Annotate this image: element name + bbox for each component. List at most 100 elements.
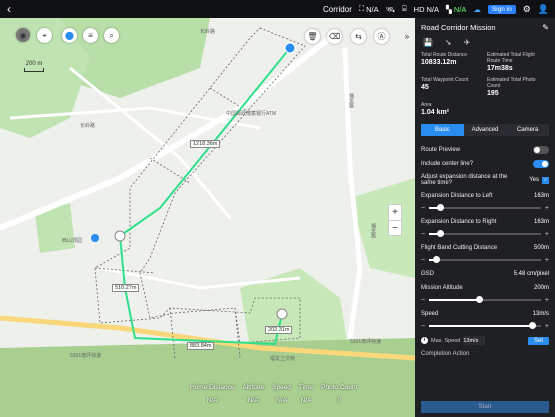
include-center-row: Include center line? xyxy=(421,160,549,168)
cloud-icon: ☁ xyxy=(473,4,481,14)
adjust-expansion-checkbox[interactable]: ✓ xyxy=(542,176,549,184)
map-scale: 200 m xyxy=(24,61,44,72)
chevron-left-icon[interactable]: ‹ xyxy=(0,2,18,16)
location-pin-icon xyxy=(91,234,99,242)
max-speed-input[interactable] xyxy=(463,336,486,345)
segment-distance-label: 1218.36m xyxy=(190,140,221,148)
map-view[interactable]: ◉ ⌖ ⬤ ≡ ⌕ 200 m 🗑 ⌫ ⇆ Ⓐ » 1218.36m 510.2… xyxy=(0,18,415,417)
tab-basic[interactable]: Basic xyxy=(421,124,464,136)
signin-button[interactable]: Sign in xyxy=(487,4,516,14)
segment-distance-label: 883.84m xyxy=(187,342,215,350)
rtk-status: ⛶ N/A xyxy=(358,4,379,14)
adjust-expansion-row: Adjust expansion distance at the same ti… xyxy=(421,174,549,186)
tab-camera[interactable]: Camera xyxy=(506,124,550,136)
map-label: 5301南坪快速 xyxy=(70,353,102,359)
pin-icon[interactable]: ⬤ xyxy=(62,28,77,43)
slider-knob[interactable] xyxy=(528,322,536,329)
band-row: Flight Band Cutting Distance 500m xyxy=(421,245,549,251)
plus-icon[interactable]: + xyxy=(545,323,549,330)
exp-left-row: Expansion Distance to Left 163m xyxy=(421,193,549,199)
panel-header: Road Corridor Mission ✎ xyxy=(415,18,555,36)
start-marker[interactable] xyxy=(284,42,296,54)
cutting-band xyxy=(94,87,251,359)
stat-item: Estimated Total Photo Count 195 xyxy=(487,77,536,97)
pencil-icon[interactable]: ✎ xyxy=(542,23,549,32)
map-canvas xyxy=(0,18,415,417)
gsd-row: GSD 5.48 cm/pixel xyxy=(421,271,549,277)
remote-status: ⌸ xyxy=(402,4,407,14)
drone-icon[interactable]: ✈ xyxy=(464,38,471,48)
slider-knob[interactable] xyxy=(437,230,445,237)
slider-knob[interactable] xyxy=(432,256,440,263)
completion-action-label[interactable]: Completion Action xyxy=(421,351,549,357)
zoom-out-button[interactable]: − xyxy=(389,220,401,235)
minus-icon[interactable]: − xyxy=(421,205,425,212)
slider-track[interactable] xyxy=(429,230,541,237)
telemetry-bar: Home Distance N/A Altitude N/A Speed N/A Ti… xyxy=(190,384,357,404)
minus-icon[interactable]: − xyxy=(421,257,425,264)
route-icon[interactable]: ⇆ xyxy=(351,29,366,44)
satellite-icon: 🛰 xyxy=(385,4,396,14)
waypoint-mode-icon[interactable]: Ⓐ xyxy=(374,29,389,44)
road xyxy=(342,47,363,339)
panel-title: Road Corridor Mission xyxy=(421,22,496,32)
slider-track[interactable] xyxy=(429,204,541,211)
hd-status: HD N/A xyxy=(413,4,440,14)
altitude-slider: − + xyxy=(421,296,549,304)
list-icon[interactable]: ≡ xyxy=(83,28,98,43)
top-status: Corridor ⛶ N/A 🛰 ⌸ HD N/A ▚ N/A ☁ Sign in ⚙… xyxy=(323,4,555,15)
band-slider: − + xyxy=(421,256,549,264)
minus-icon[interactable]: − xyxy=(421,297,425,304)
segment-distance-label: 202.31m xyxy=(265,326,293,334)
plus-icon[interactable]: + xyxy=(545,231,549,238)
waypoint[interactable] xyxy=(276,308,288,320)
slider-knob[interactable] xyxy=(476,296,484,303)
map-label: 长岭路 xyxy=(200,29,216,35)
stat-item: Area 1.04 km² xyxy=(421,102,450,116)
trash-icon[interactable]: 🗑 xyxy=(305,29,320,44)
plus-icon[interactable]: + xyxy=(545,257,549,264)
slider-knob[interactable] xyxy=(437,204,445,211)
mission-stats: Total Route Distance 10833.12m Estimated … xyxy=(415,50,555,120)
search-icon[interactable]: ⌕ xyxy=(104,28,119,43)
segment-distance-label: 510.27m xyxy=(112,284,140,292)
map-label: 西山郊园 xyxy=(62,238,83,244)
app-root: ‹ Corridor ⛶ N/A 🛰 ⌸ HD N/A ▚ N/A ☁ Sign in… xyxy=(0,0,555,417)
start-button[interactable]: Start xyxy=(421,401,549,413)
save-icon[interactable]: 💾 xyxy=(423,38,433,48)
slider-track[interactable] xyxy=(429,256,541,263)
minus-icon[interactable]: − xyxy=(421,231,425,238)
route-preview-toggle[interactable] xyxy=(533,146,549,154)
slider-track[interactable] xyxy=(429,322,541,329)
map-label: 长岭路 xyxy=(80,123,96,129)
import-icon[interactable]: ➘ xyxy=(445,38,452,48)
map-label: 福龙路 xyxy=(348,93,354,108)
altitude-row: Mission Altitude 200m xyxy=(421,285,549,291)
collapse-panel-icon[interactable]: » xyxy=(401,29,413,44)
locate-icon[interactable]: ⌖ xyxy=(37,28,52,43)
user-icon[interactable]: 👤 xyxy=(538,4,549,15)
slider-track[interactable] xyxy=(429,296,541,303)
tab-advanced[interactable]: Advanced xyxy=(463,124,507,136)
telemetry-item: Photo Count 0 xyxy=(321,384,358,404)
map-label: 中国邮政储蓄银行ATM xyxy=(226,111,277,117)
zoom-in-button[interactable]: + xyxy=(389,205,401,220)
waypoint[interactable] xyxy=(114,230,126,242)
speed-row: Speed 13m/s xyxy=(421,311,549,317)
stat-item: Total Waypoint Count 45 xyxy=(421,77,469,91)
map-label: 福龙立交桥 xyxy=(270,356,296,362)
eraser-icon[interactable]: ⌫ xyxy=(327,29,342,44)
include-center-toggle[interactable] xyxy=(533,160,549,168)
exp-right-row: Expansion Distance to Right 163m xyxy=(421,219,549,225)
stat-item: Total Route Distance 10833.12m xyxy=(421,52,468,66)
plus-icon[interactable]: + xyxy=(545,297,549,304)
exp-left-slider: − + xyxy=(421,204,549,212)
exp-right-slider: − + xyxy=(421,230,549,238)
max-speed-row: i Max. Speed Set xyxy=(421,336,549,345)
map-style-button[interactable]: ◉ xyxy=(16,28,30,42)
set-button[interactable]: Set xyxy=(527,336,549,345)
minus-icon[interactable]: − xyxy=(421,323,425,330)
plus-icon[interactable]: + xyxy=(545,205,549,212)
gear-icon[interactable]: ⚙ xyxy=(523,4,531,15)
map-label: 福龙路 xyxy=(370,223,376,238)
